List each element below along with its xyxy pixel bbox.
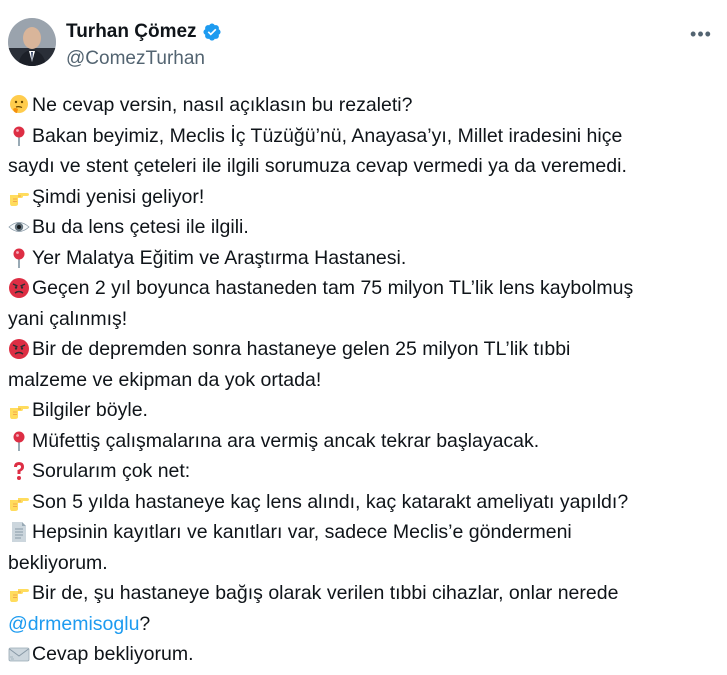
- tweet-line: Müfettiş çalışmalarına ara vermiş ancak …: [8, 426, 720, 457]
- pointing-hand-icon: [8, 399, 30, 421]
- tweet-line: Sorularım çok net:: [8, 456, 720, 487]
- tweet-line-text: saydı ve stent çeteleri ile ilgili sorum…: [8, 155, 627, 177]
- tweet-line-text: Hepsinin kayıtları ve kanıtları var, sad…: [32, 521, 572, 543]
- tweet-line-text: Şimdi yenisi geliyor!: [32, 185, 205, 208]
- tweet-line: yani çalınmış!: [8, 304, 720, 335]
- angry-face-icon: [8, 277, 30, 299]
- eye-icon: [8, 216, 30, 238]
- tweet-line-text: Bu da lens çetesi ile ilgili.: [32, 216, 249, 238]
- avatar[interactable]: [8, 18, 56, 66]
- pointing-hand-icon: [8, 491, 30, 513]
- tweet-line: Bir de, şu hastaneye bağış olarak verile…: [8, 578, 720, 609]
- tweet: Turhan Çömez @ComezTurhan ••• Ne cevap v…: [0, 0, 727, 669]
- tweet-line: Bu da lens çetesi ile ilgili.: [8, 212, 720, 243]
- tweet-text: Ne cevap versin, nasıl açıklasın bu reza…: [8, 90, 720, 670]
- pointing-hand-icon: [8, 582, 30, 604]
- more-options-icon[interactable]: •••: [688, 24, 714, 44]
- tweet-line-text: Yer Malatya Eğitim ve Araştırma Hastanes…: [32, 246, 407, 269]
- verified-badge-icon: [203, 23, 221, 41]
- tweet-line: Geçen 2 yıl boyunca hastaneden tam 75 mi…: [8, 273, 720, 304]
- tweet-line-text: Bakan beyimiz, Meclis İç Tüzüğü’nü, Anay…: [32, 124, 623, 147]
- envelope-icon: [8, 643, 30, 665]
- tweet-line: Ne cevap versin, nasıl açıklasın bu reza…: [8, 90, 720, 121]
- tweet-line-text: Son 5 yılda hastaneye kaç lens alındı, k…: [32, 490, 629, 513]
- tweet-line: @drmemisoglu ?: [8, 609, 720, 640]
- tweet-line-text: Bir de depremden sonra hastaneye gelen 2…: [32, 338, 571, 360]
- tweet-line: Bakan beyimiz, Meclis İç Tüzüğü’nü, Anay…: [8, 121, 720, 152]
- tweet-line: Son 5 yılda hastaneye kaç lens alındı, k…: [8, 487, 720, 518]
- tweet-line-text: Ne cevap versin, nasıl açıklasın bu reza…: [32, 94, 413, 116]
- tweet-line: bekliyorum.: [8, 548, 720, 579]
- tweet-line-text: Müfettiş çalışmalarına ara vermiş ancak …: [32, 429, 540, 452]
- tweet-line: malzeme ve ekipman da yok ortada!: [8, 365, 720, 396]
- author-handle[interactable]: @ComezTurhan: [66, 47, 205, 71]
- page-icon: [8, 521, 30, 543]
- tweet-line-suffix: ?: [139, 612, 151, 635]
- author-name-row: Turhan Çömez: [66, 20, 222, 44]
- tweet-line: Bir de depremden sonra hastaneye gelen 2…: [8, 334, 720, 365]
- thinking-face-icon: [8, 94, 30, 116]
- tweet-line-text: yani çalınmış!: [8, 307, 128, 330]
- angry-face-icon: [8, 338, 30, 360]
- tweet-line: Şimdi yenisi geliyor!: [8, 182, 720, 213]
- tweet-line-text: Bilgiler böyle.: [32, 399, 148, 421]
- tweet-line: Yer Malatya Eğitim ve Araştırma Hastanes…: [8, 243, 720, 274]
- tweet-line-text: bekliyorum.: [8, 551, 108, 574]
- tweet-line: Hepsinin kayıtları ve kanıtları var, sad…: [8, 517, 720, 548]
- tweet-line-text: Geçen 2 yıl boyunca hastaneden tam 75 mi…: [32, 277, 634, 299]
- tweet-line-text: Bir de, şu hastaneye bağış olarak verile…: [32, 582, 619, 604]
- question-mark-icon: [8, 460, 30, 482]
- round-pushpin-icon: [8, 430, 30, 452]
- mention-link[interactable]: @drmemisoglu: [8, 609, 139, 640]
- tweet-line: Bilgiler böyle.: [8, 395, 720, 426]
- round-pushpin-icon: [8, 247, 30, 269]
- tweet-line-text: Cevap bekliyorum.: [32, 643, 194, 665]
- author-name[interactable]: Turhan Çömez: [66, 20, 197, 44]
- tweet-line: saydı ve stent çeteleri ile ilgili sorum…: [8, 151, 720, 182]
- round-pushpin-icon: [8, 125, 30, 147]
- tweet-line-text: Sorularım çok net:: [32, 460, 191, 482]
- tweet-line-text: malzeme ve ekipman da yok ortada!: [8, 368, 322, 391]
- tweet-line: Cevap bekliyorum.: [8, 639, 720, 670]
- pointing-hand-icon: [8, 186, 30, 208]
